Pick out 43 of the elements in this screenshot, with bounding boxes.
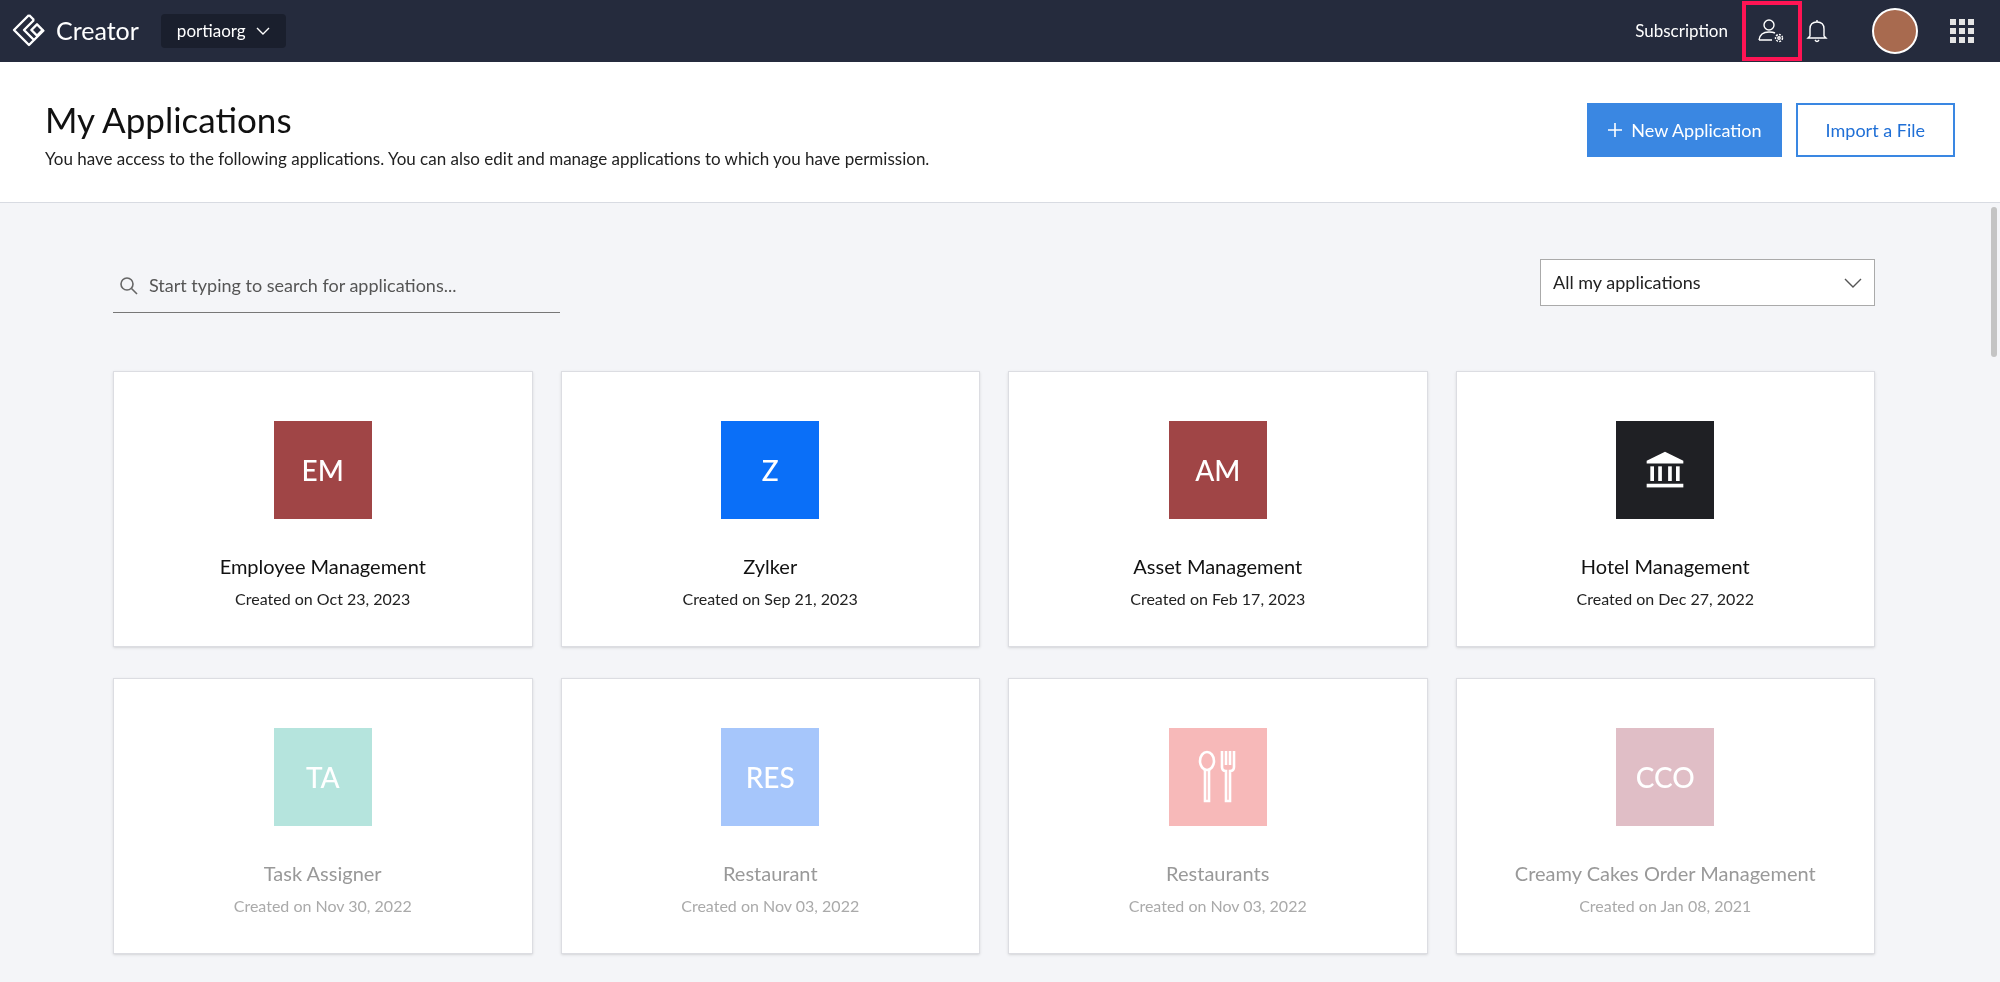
app-initials: Z <box>761 452 779 489</box>
user-settings-button[interactable] <box>1742 1 1802 61</box>
page-title: My Applications <box>45 97 293 142</box>
import-file-button[interactable]: Import a File <box>1795 103 1955 157</box>
avatar[interactable] <box>1872 8 1918 54</box>
bell-icon[interactable] <box>1806 18 1828 44</box>
app-name: Asset Management <box>1133 553 1303 580</box>
chevron-down-icon <box>1844 277 1862 288</box>
app-initials: AM <box>1195 452 1241 489</box>
app-initials: TA <box>305 759 340 796</box>
app-card[interactable]: EM Employee Management Created on Oct 23, 2023 <box>113 371 533 647</box>
created-date: Created on Feb 17, 2023 <box>1130 588 1306 610</box>
created-date: Created on Sep 21, 2023 <box>682 588 858 610</box>
created-date: Created on Nov 03, 2022 <box>1128 895 1307 917</box>
app-card[interactable]: Hotel Management Created on Dec 27, 2022 <box>1455 371 1875 647</box>
app-name: Restaurant <box>722 860 818 887</box>
created-date: Created on Nov 30, 2022 <box>233 895 412 917</box>
app-initials: CCO <box>1635 759 1695 796</box>
created-date: Created on Dec 27, 2022 <box>1576 588 1754 610</box>
app-name: Employee Management <box>219 553 426 580</box>
new-application-button[interactable]: New Application <box>1587 103 1782 157</box>
app-name: Task Assigner <box>263 860 382 887</box>
plus-icon <box>1607 122 1624 138</box>
page-subtitle: You have access to the following applications. You can also edit and manage applications to which you have permission. <box>45 147 931 171</box>
subscription-link[interactable]: Subscription <box>1635 18 1728 44</box>
app-name: Creamy Cakes Order Management <box>1514 860 1816 887</box>
app-initials: EM <box>301 452 344 489</box>
brand-name: Creator <box>56 14 139 48</box>
created-date: Created on Nov 03, 2022 <box>681 895 860 917</box>
apps-grid-icon[interactable] <box>1950 19 1974 43</box>
app-name: Hotel Management <box>1580 553 1750 580</box>
created-date: Created on Oct 23, 2023 <box>235 588 411 610</box>
app-card[interactable]: AM Asset Management Created on Feb 17, 2023 <box>1008 371 1428 647</box>
app-card[interactable]: Z Zylker Created on Sep 21, 2023 <box>560 371 980 647</box>
search-icon <box>119 275 139 296</box>
chevron-down-icon <box>255 27 270 35</box>
app-name: Restaurants <box>1166 860 1270 887</box>
app-name: Zylker <box>743 553 798 580</box>
filter-dropdown[interactable]: All my applications <box>1540 259 1875 306</box>
search-field[interactable]: Start typing to search for applications... <box>149 272 554 299</box>
created-date: Created on Jan 08, 2021 <box>1579 895 1752 917</box>
app-initials: RES <box>745 759 795 796</box>
org-dropdown[interactable]: portiaorg <box>160 14 286 48</box>
